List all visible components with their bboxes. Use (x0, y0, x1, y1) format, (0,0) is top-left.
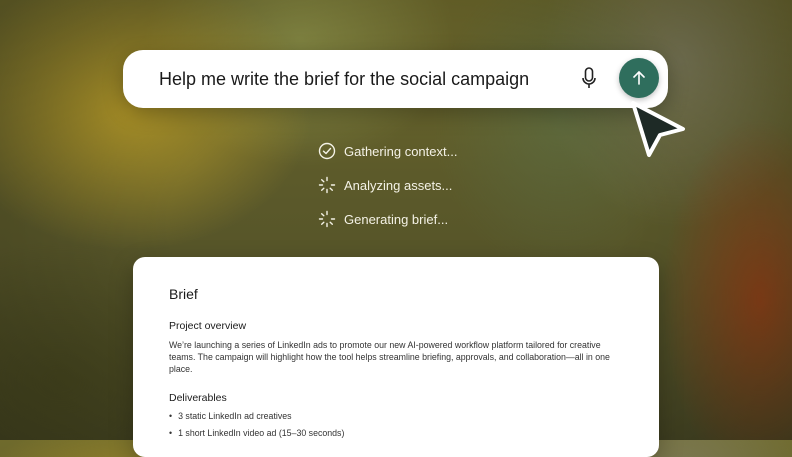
brief-card: Brief Project overview We’re launching a… (133, 257, 659, 457)
status-item: Analyzing assets... (318, 176, 452, 194)
spinner-icon (318, 210, 336, 228)
spinner-icon (318, 176, 336, 194)
status-item: Generating brief... (318, 210, 448, 228)
arrow-up-icon (633, 71, 645, 85)
status-label: Analyzing assets... (344, 177, 453, 193)
status-label: Gathering context... (344, 143, 458, 159)
deliverables-heading: Deliverables (169, 392, 227, 404)
prompt-input-text[interactable]: Help me write the brief for the social c… (159, 69, 529, 90)
microphone-icon[interactable] (582, 67, 596, 91)
send-button[interactable] (619, 58, 659, 98)
project-overview-heading: Project overview (169, 320, 247, 332)
status-label: Generating brief... (344, 211, 449, 227)
project-overview-text: We’re launching a series of LinkedIn ads… (169, 340, 610, 374)
check-circle-icon (318, 142, 336, 160)
list-item: 3 static LinkedIn ad creatives (169, 411, 344, 421)
list-item: 1 short LinkedIn video ad (15–30 seconds… (169, 428, 344, 438)
mouse-cursor-icon (631, 101, 685, 157)
status-item: Gathering context... (318, 142, 457, 160)
brief-title: Brief (169, 286, 198, 302)
